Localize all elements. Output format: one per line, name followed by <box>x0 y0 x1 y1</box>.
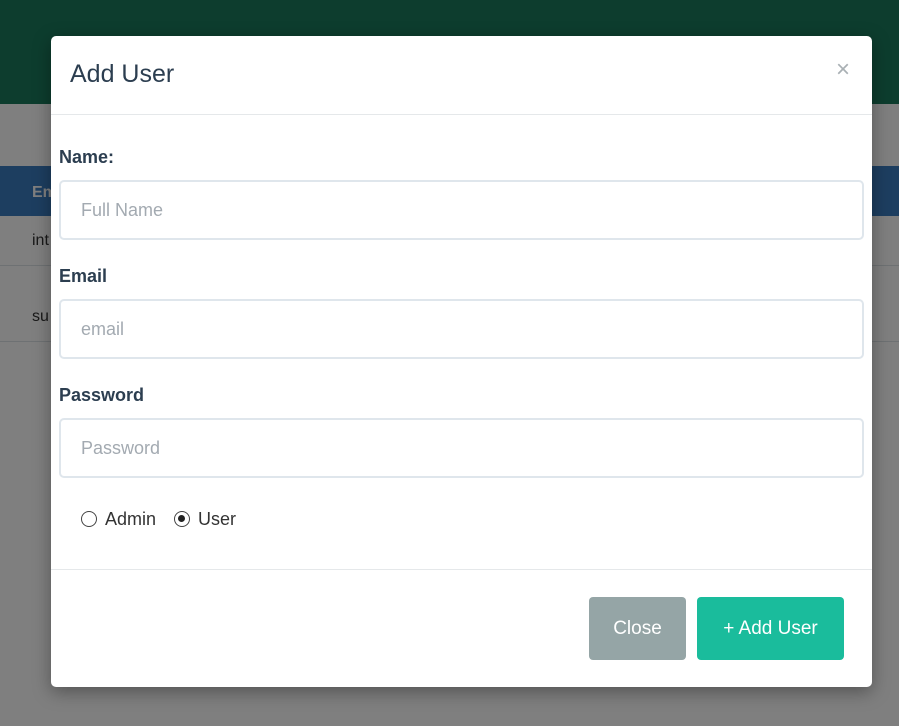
user-radio-label: User <box>198 508 237 529</box>
modal-body: Name: Email Password Admin User <box>51 115 872 534</box>
user-radio[interactable] <box>174 511 191 527</box>
email-label: Email <box>59 266 108 286</box>
name-label: Name: <box>59 147 115 167</box>
password-label: Password <box>59 385 145 405</box>
modal-footer: Close + Add User <box>51 569 872 687</box>
role-option-user[interactable]: User <box>174 509 236 530</box>
role-option-admin[interactable]: Admin <box>81 509 156 530</box>
role-radio-group: Admin User <box>59 504 864 534</box>
name-input[interactable] <box>59 180 864 240</box>
admin-radio-label: Admin <box>105 508 157 529</box>
modal-title: Add User <box>70 60 175 88</box>
modal-header: Add User × <box>51 36 872 115</box>
add-user-modal: Add User × Name: Email Password Admin Us… <box>51 36 872 687</box>
close-button[interactable]: Close <box>589 597 686 660</box>
password-input[interactable] <box>59 418 864 478</box>
email-input[interactable] <box>59 299 864 359</box>
admin-radio[interactable] <box>81 511 97 527</box>
close-icon[interactable]: × <box>836 58 850 82</box>
add-user-button[interactable]: + Add User <box>697 597 844 660</box>
